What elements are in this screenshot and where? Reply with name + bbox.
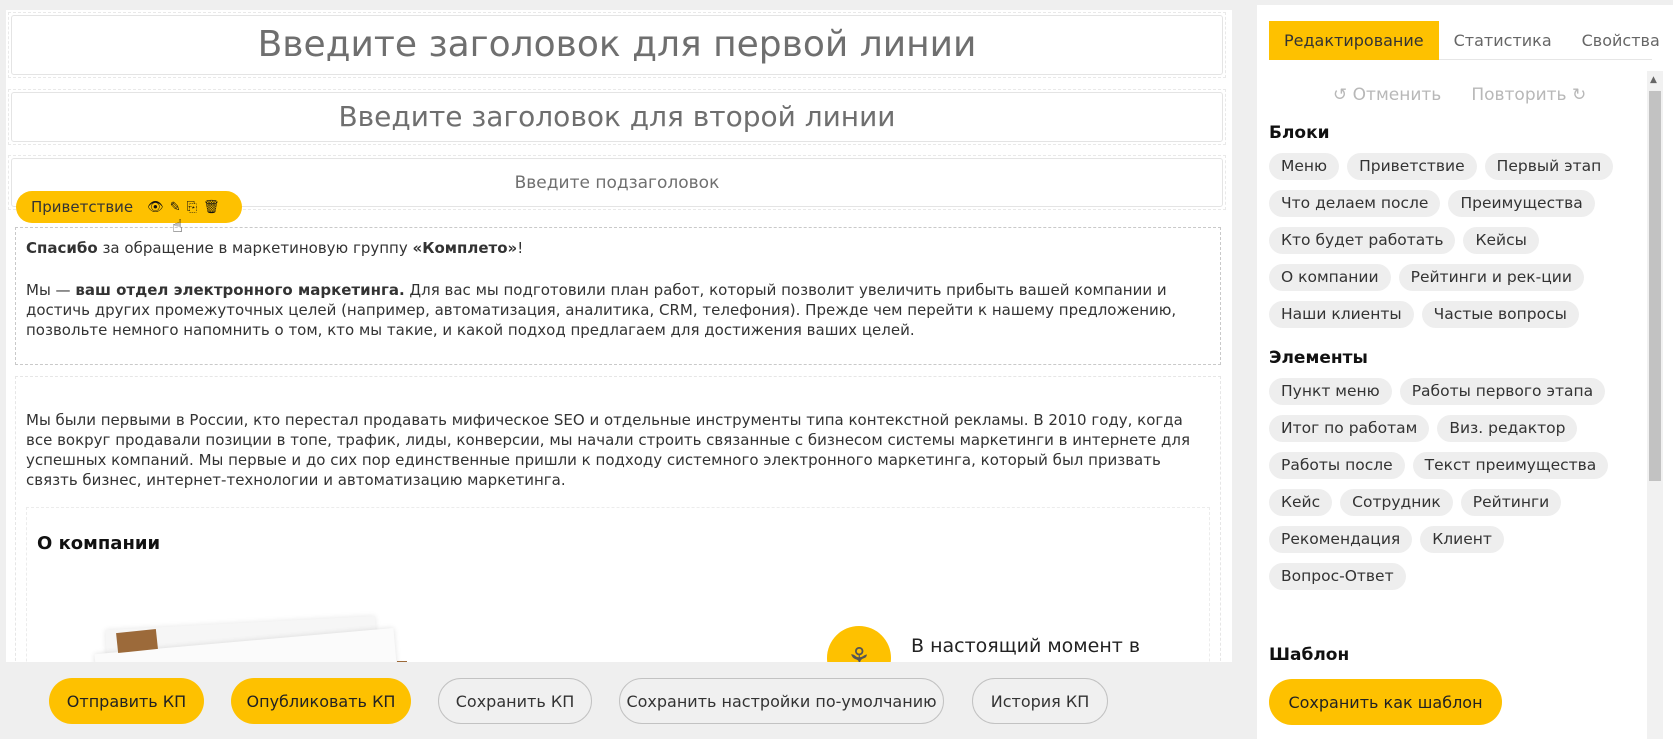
elements-title: Элементы [1269, 348, 1368, 368]
greeting-end: ! [517, 239, 524, 257]
about-text: Мы были первыми в России, кто перестал п… [26, 411, 1190, 489]
history-controls: ↺ Отменить Повторить ↻ [1333, 85, 1586, 105]
element-chip[interactable]: Рейтинги [1460, 489, 1562, 516]
about-company-section[interactable]: О компании ⚘ В настоящий момент в компан… [26, 507, 1210, 662]
tab-statistics[interactable]: Статистика [1439, 21, 1567, 60]
element-chip[interactable]: Работы первого этапа [1399, 378, 1606, 405]
company-text: В настоящий момент в компании работает 3… [911, 635, 1141, 657]
pencil-icon[interactable]: ✎ [170, 201, 181, 214]
element-chip[interactable]: Вопрос-Ответ [1269, 563, 1406, 590]
block-chip[interactable]: Рейтинги и рек-ции [1398, 264, 1584, 291]
block-chip[interactable]: Меню [1269, 153, 1340, 180]
element-chip[interactable]: Итог по работам [1269, 415, 1430, 442]
block-chip[interactable]: Частые вопросы [1421, 301, 1579, 328]
publish-button[interactable]: Опубликовать КП [231, 678, 411, 724]
save-template-button[interactable]: Сохранить как шаблон [1269, 679, 1502, 725]
hand-cursor-icon: ☝ [172, 216, 183, 237]
element-chip[interactable]: Рекомендация [1269, 526, 1413, 553]
title-line-2[interactable]: Введите заголовок для второй линии [8, 89, 1226, 145]
scrollbar-thumb[interactable] [1649, 91, 1661, 481]
trash-icon[interactable]: 🗑︎ [203, 201, 220, 214]
award-icon: ⚘ [827, 626, 891, 662]
redo-icon: ↻ [1572, 85, 1587, 105]
document-canvas: Введите заголовок для первой линии Введи… [6, 10, 1232, 662]
element-chip[interactable]: Работы после [1269, 452, 1405, 479]
element-chip[interactable]: Текст преимущества [1412, 452, 1609, 479]
block-chip[interactable]: Что делаем после [1269, 190, 1441, 217]
undo-icon: ↺ [1333, 85, 1348, 105]
team-photo [67, 615, 407, 662]
element-chip[interactable]: Клиент [1420, 526, 1504, 553]
element-chip[interactable]: Виз. редактор [1437, 415, 1578, 442]
sidebar-scrollbar[interactable]: ▲ [1647, 71, 1663, 739]
history-button[interactable]: История КП [972, 678, 1108, 724]
block-chip[interactable]: Первый этап [1484, 153, 1614, 180]
sidebar-tabs: Редактирование Статистика Свойства [1269, 21, 1660, 60]
element-chip[interactable]: Сотрудник [1340, 489, 1453, 516]
about-heading: О компании [37, 533, 161, 554]
greeting-thanks: Спасибо [26, 239, 98, 257]
redo-button[interactable]: Повторить ↻ [1471, 85, 1586, 105]
send-button[interactable]: Отправить КП [49, 678, 204, 724]
tab-properties[interactable]: Свойства [1567, 21, 1673, 60]
scroll-up-icon[interactable]: ▲ [1650, 75, 1657, 85]
about-block[interactable]: Мы были первыми в России, кто перестал п… [15, 376, 1221, 662]
editor-area: Введите заголовок для первой линии Введи… [0, 0, 1232, 662]
tab-edit[interactable]: Редактирование [1269, 21, 1439, 60]
block-badge-label: Приветствие [31, 198, 134, 216]
elements-list: Пункт меню Работы первого этапа Итог по … [1269, 378, 1629, 590]
copy-icon[interactable]: ⎘ [187, 201, 197, 214]
greeting-company: «Комплето» [412, 239, 518, 257]
block-chip[interactable]: Кейсы [1463, 227, 1539, 254]
sidebar: Редактирование Статистика Свойства ↺ Отм… [1257, 5, 1673, 739]
block-chip[interactable]: Преимущества [1448, 190, 1595, 217]
redo-label: Повторить [1471, 85, 1567, 105]
eye-off-icon[interactable]: 👁︎ [147, 201, 164, 214]
intro-prefix: Мы — [26, 281, 76, 299]
undo-button[interactable]: ↺ Отменить [1333, 85, 1441, 105]
intro-bold: ваш отдел электронного маркетинга. [75, 281, 405, 299]
element-chip[interactable]: Кейс [1269, 489, 1333, 516]
save-defaults-button[interactable]: Сохранить настройки по-умолчанию [619, 678, 944, 724]
block-chip[interactable]: Приветствие [1347, 153, 1477, 180]
block-chip[interactable]: Наши клиенты [1269, 301, 1414, 328]
blocks-title: Блоки [1269, 123, 1330, 143]
blocks-list: Меню Приветствие Первый этап Что делаем … [1269, 153, 1629, 328]
bottom-toolbar: Отправить КП Опубликовать КП Сохранить К… [0, 662, 1232, 739]
undo-label: Отменить [1352, 85, 1442, 105]
element-chip[interactable]: Пункт меню [1269, 378, 1392, 405]
title-line-1[interactable]: Введите заголовок для первой линии [8, 12, 1226, 78]
block-chip[interactable]: О компании [1269, 264, 1391, 291]
greeting-text: за обращение в маркетиновую группу [97, 239, 413, 257]
greeting-block[interactable]: Спасибо за обращение в маркетиновую груп… [15, 227, 1221, 365]
save-button[interactable]: Сохранить КП [438, 678, 592, 724]
template-title: Шаблон [1269, 645, 1350, 665]
block-chip[interactable]: Кто будет работать [1269, 227, 1456, 254]
block-badge: Приветствие 👁︎ ✎ ⎘ 🗑︎ [16, 191, 242, 223]
